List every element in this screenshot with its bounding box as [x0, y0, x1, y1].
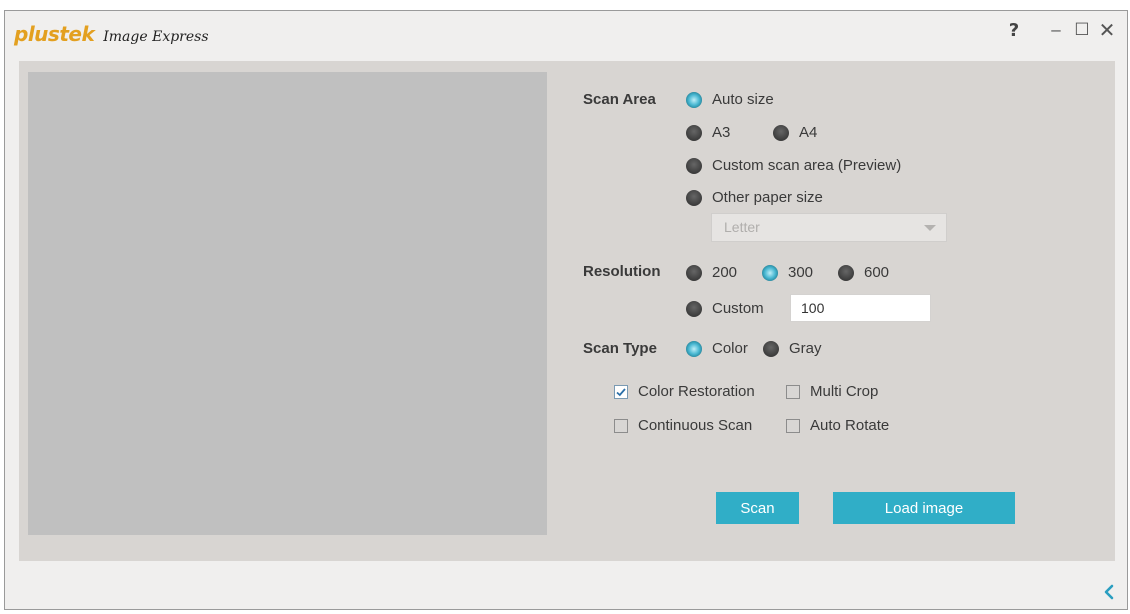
radio-icon [838, 264, 854, 281]
radio-label: 300 [788, 264, 814, 281]
scan-area-label: Scan Area [583, 91, 656, 108]
maximize-icon[interactable]: ☐ [1071, 19, 1093, 41]
plustek-logo: plustek [14, 22, 95, 46]
chevron-left-icon[interactable] [1102, 584, 1116, 605]
checkbox-checked-icon [614, 384, 628, 399]
radio-selected-icon [686, 340, 702, 357]
radio-custom-scan-area[interactable]: Custom scan area (Preview) [686, 157, 901, 174]
chevron-down-icon [924, 225, 936, 231]
radio-resolution-300[interactable]: 300 [762, 264, 813, 281]
radio-selected-icon [762, 264, 778, 281]
radio-label: A3 [712, 124, 731, 141]
checkbox-icon [786, 384, 800, 399]
scan-button[interactable]: Scan [716, 492, 799, 524]
radio-resolution-200[interactable]: 200 [686, 264, 737, 281]
scan-type-label: Scan Type [583, 340, 657, 357]
radio-label: A4 [799, 124, 818, 141]
radio-icon [686, 264, 702, 281]
checkbox-label: Continuous Scan [638, 417, 753, 434]
checkbox-continuous-scan[interactable]: Continuous Scan [614, 417, 752, 434]
checkbox-auto-rotate[interactable]: Auto Rotate [786, 417, 889, 434]
radio-label: Color [712, 340, 748, 357]
radio-label: Custom scan area (Preview) [712, 157, 902, 174]
radio-label: Other paper size [712, 189, 823, 206]
main-panel: Scan Area Auto size A3 A4 Custom scan ar… [19, 61, 1115, 561]
checkbox-icon [786, 418, 800, 433]
minimize-icon[interactable]: – [1045, 19, 1067, 41]
checkbox-icon [614, 418, 628, 433]
brand: plustek Image Express [14, 22, 209, 46]
radio-resolution-custom[interactable]: Custom [686, 300, 764, 317]
checkbox-label: Color Restoration [638, 383, 755, 400]
radio-label: 600 [864, 264, 890, 281]
paper-size-value: Letter [724, 219, 760, 235]
app-window: plustek Image Express ? – ☐ ✕ Scan Area … [4, 10, 1128, 610]
radio-label: Auto size [712, 91, 774, 108]
app-title: Image Express [103, 29, 209, 45]
scan-preview-area [28, 72, 547, 535]
checkbox-label: Auto Rotate [810, 417, 890, 434]
radio-icon [686, 124, 702, 141]
radio-icon [763, 340, 779, 357]
radio-auto-size[interactable]: Auto size [686, 91, 774, 108]
radio-icon [686, 157, 702, 174]
checkbox-color-restoration[interactable]: Color Restoration [614, 383, 755, 400]
radio-a4[interactable]: A4 [773, 124, 817, 141]
load-image-button[interactable]: Load image [833, 492, 1015, 524]
radio-selected-icon [686, 91, 702, 108]
radio-icon [773, 124, 789, 141]
close-icon[interactable]: ✕ [1096, 19, 1118, 42]
help-icon[interactable]: ? [1003, 19, 1025, 41]
radio-label: Gray [789, 340, 822, 357]
radio-color[interactable]: Color [686, 340, 748, 357]
paper-size-select[interactable]: Letter [711, 213, 947, 242]
checkbox-multi-crop[interactable]: Multi Crop [786, 383, 878, 400]
radio-icon [686, 189, 702, 206]
resolution-label: Resolution [583, 263, 661, 280]
radio-label: Custom [712, 300, 764, 317]
radio-a3[interactable]: A3 [686, 124, 730, 141]
custom-resolution-input[interactable]: 100 [790, 294, 931, 322]
title-bar: plustek Image Express ? – ☐ ✕ [5, 11, 1127, 59]
radio-icon [686, 300, 702, 317]
radio-other-paper-size[interactable]: Other paper size [686, 189, 823, 206]
radio-label: 200 [712, 264, 738, 281]
checkbox-label: Multi Crop [810, 383, 879, 400]
radio-resolution-600[interactable]: 600 [838, 264, 889, 281]
radio-gray[interactable]: Gray [763, 340, 822, 357]
